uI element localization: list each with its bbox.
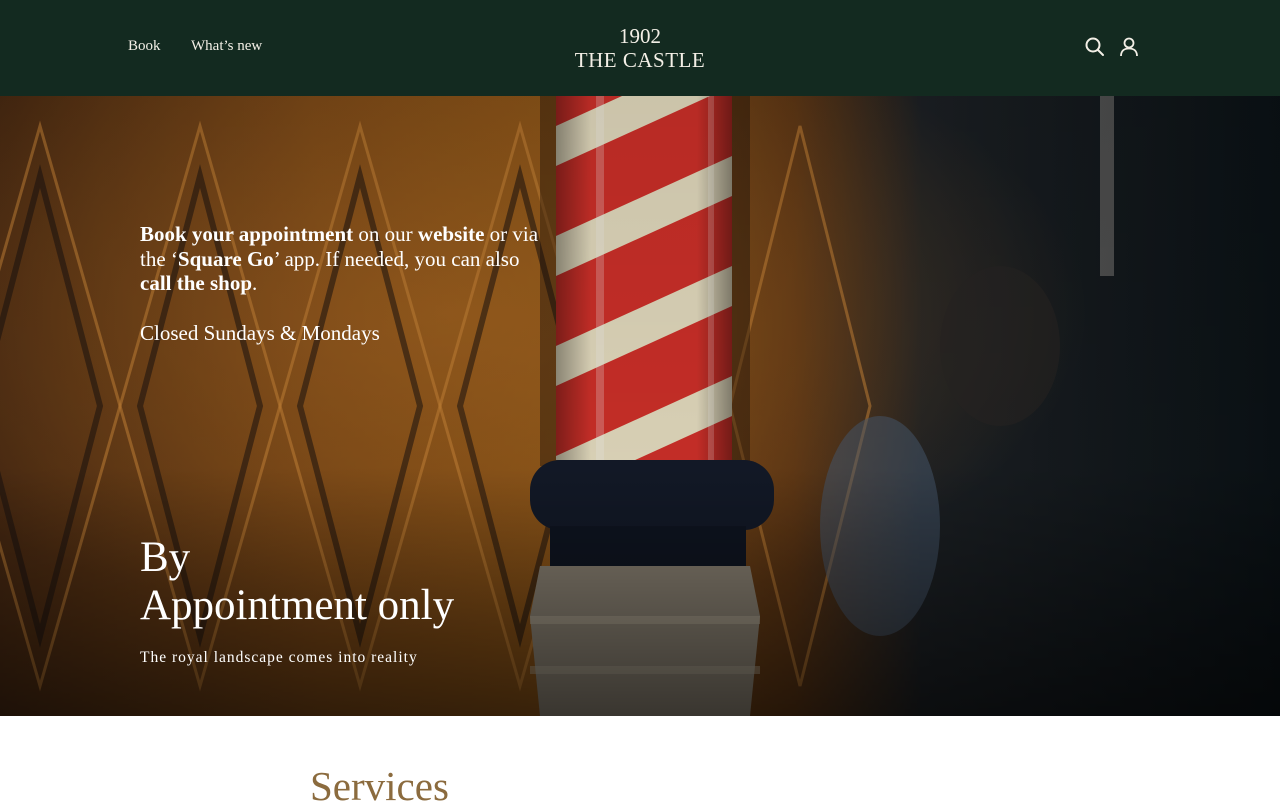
booking-info-emphasis: Book your appointment [140,222,354,246]
logo-name: THE CASTLE [574,48,706,72]
booking-info-segment: on our [353,222,418,246]
booking-info-text: Book your appointment on our website or … [140,222,540,296]
site-header: Book What’s new 1902 THE CASTLE [0,0,1280,96]
hero-banner: Book your appointment on our website or … [0,96,1280,716]
logo-year: 1902 [619,24,661,48]
nav-book-link[interactable]: Book [128,37,161,55]
hero-subtitle: The royal landscape comes into reality [140,649,418,666]
hero-title: By Appointment only [140,534,454,630]
booking-info-emphasis: Square Go [177,246,274,271]
booking-info-segment: . [252,271,258,295]
site-logo[interactable]: 1902 THE CASTLE [540,24,740,72]
services-heading: Services [310,763,449,809]
search-icon[interactable] [1084,36,1106,58]
booking-info-segment: ’ app. If needed, you can also [273,246,520,271]
hero-title-line1: By [140,534,191,581]
nav-whats-new-link[interactable]: What’s new [191,37,262,55]
opening-hours-text: Closed Sundays & Mondays [140,321,380,345]
booking-info-emphasis: call the shop [140,271,253,295]
hero-title-line2: Appointment only [140,582,455,629]
booking-info-emphasis: website [417,222,485,246]
account-icon[interactable] [1118,36,1140,58]
